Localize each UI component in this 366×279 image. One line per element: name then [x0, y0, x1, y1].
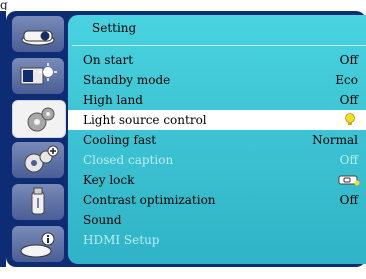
menu-sidebar [8, 16, 66, 262]
row-label: Closed caption [83, 153, 174, 167]
gear-plus-icon [24, 145, 59, 173]
menu-row-high-land[interactable]: High land Off [68, 90, 366, 110]
info-icon [20, 232, 55, 258]
sidebar-item-usb[interactable] [12, 184, 64, 220]
menu-row-cooling-fast[interactable]: Cooling fast Normal [68, 130, 366, 150]
row-label: Sound [83, 213, 122, 227]
row-label: Contrast optimization [83, 193, 216, 207]
key-lock-icon [338, 175, 360, 186]
menu-row-contrast-optimization[interactable]: Contrast optimization Off [68, 190, 366, 210]
sidebar-item-display[interactable] [12, 58, 64, 94]
row-label: Cooling fast [83, 133, 157, 147]
bulb-icon [345, 113, 355, 125]
gear-icon [27, 107, 55, 132]
row-label: Light source control [83, 113, 207, 127]
sidebar-item-image[interactable] [12, 16, 64, 52]
row-value: Off [339, 193, 358, 207]
menu-row-key-lock[interactable]: Key lock [68, 170, 366, 190]
row-label: On start [83, 53, 134, 67]
display-adjust-icon [20, 63, 57, 85]
row-value: Off [339, 93, 358, 107]
header-fragment: g [0, 0, 8, 10]
row-label: High land [83, 93, 143, 107]
panel-title: Setting [92, 21, 137, 35]
menu-row-standby-mode[interactable]: Standby mode Eco [68, 70, 366, 90]
row-value: Normal [312, 133, 358, 147]
menu-row-on-start[interactable]: On start Off [68, 50, 366, 70]
row-value: Off [339, 53, 358, 67]
sidebar-item-info[interactable] [12, 226, 64, 262]
menu-row-sound[interactable]: Sound [68, 210, 366, 230]
row-label: HDMI Setup [83, 233, 160, 247]
row-value: Eco [335, 73, 358, 87]
row-label: Key lock [83, 173, 135, 187]
row-label: Standby mode [83, 73, 171, 87]
menu-row-closed-caption: Closed caption Off [68, 150, 366, 170]
row-value: Off [339, 153, 358, 167]
sidebar-item-expand[interactable] [12, 142, 64, 178]
menu-row-hdmi-setup: HDMI Setup [68, 230, 366, 250]
sidebar-item-setting[interactable] [12, 100, 66, 138]
usb-icon [31, 187, 45, 215]
menu-row-light-source-control[interactable]: Light source control [68, 110, 366, 130]
title-divider [72, 45, 366, 46]
projector-icon [21, 30, 55, 46]
settings-panel: Setting On start Off Standby mode Eco Hi… [68, 15, 366, 264]
